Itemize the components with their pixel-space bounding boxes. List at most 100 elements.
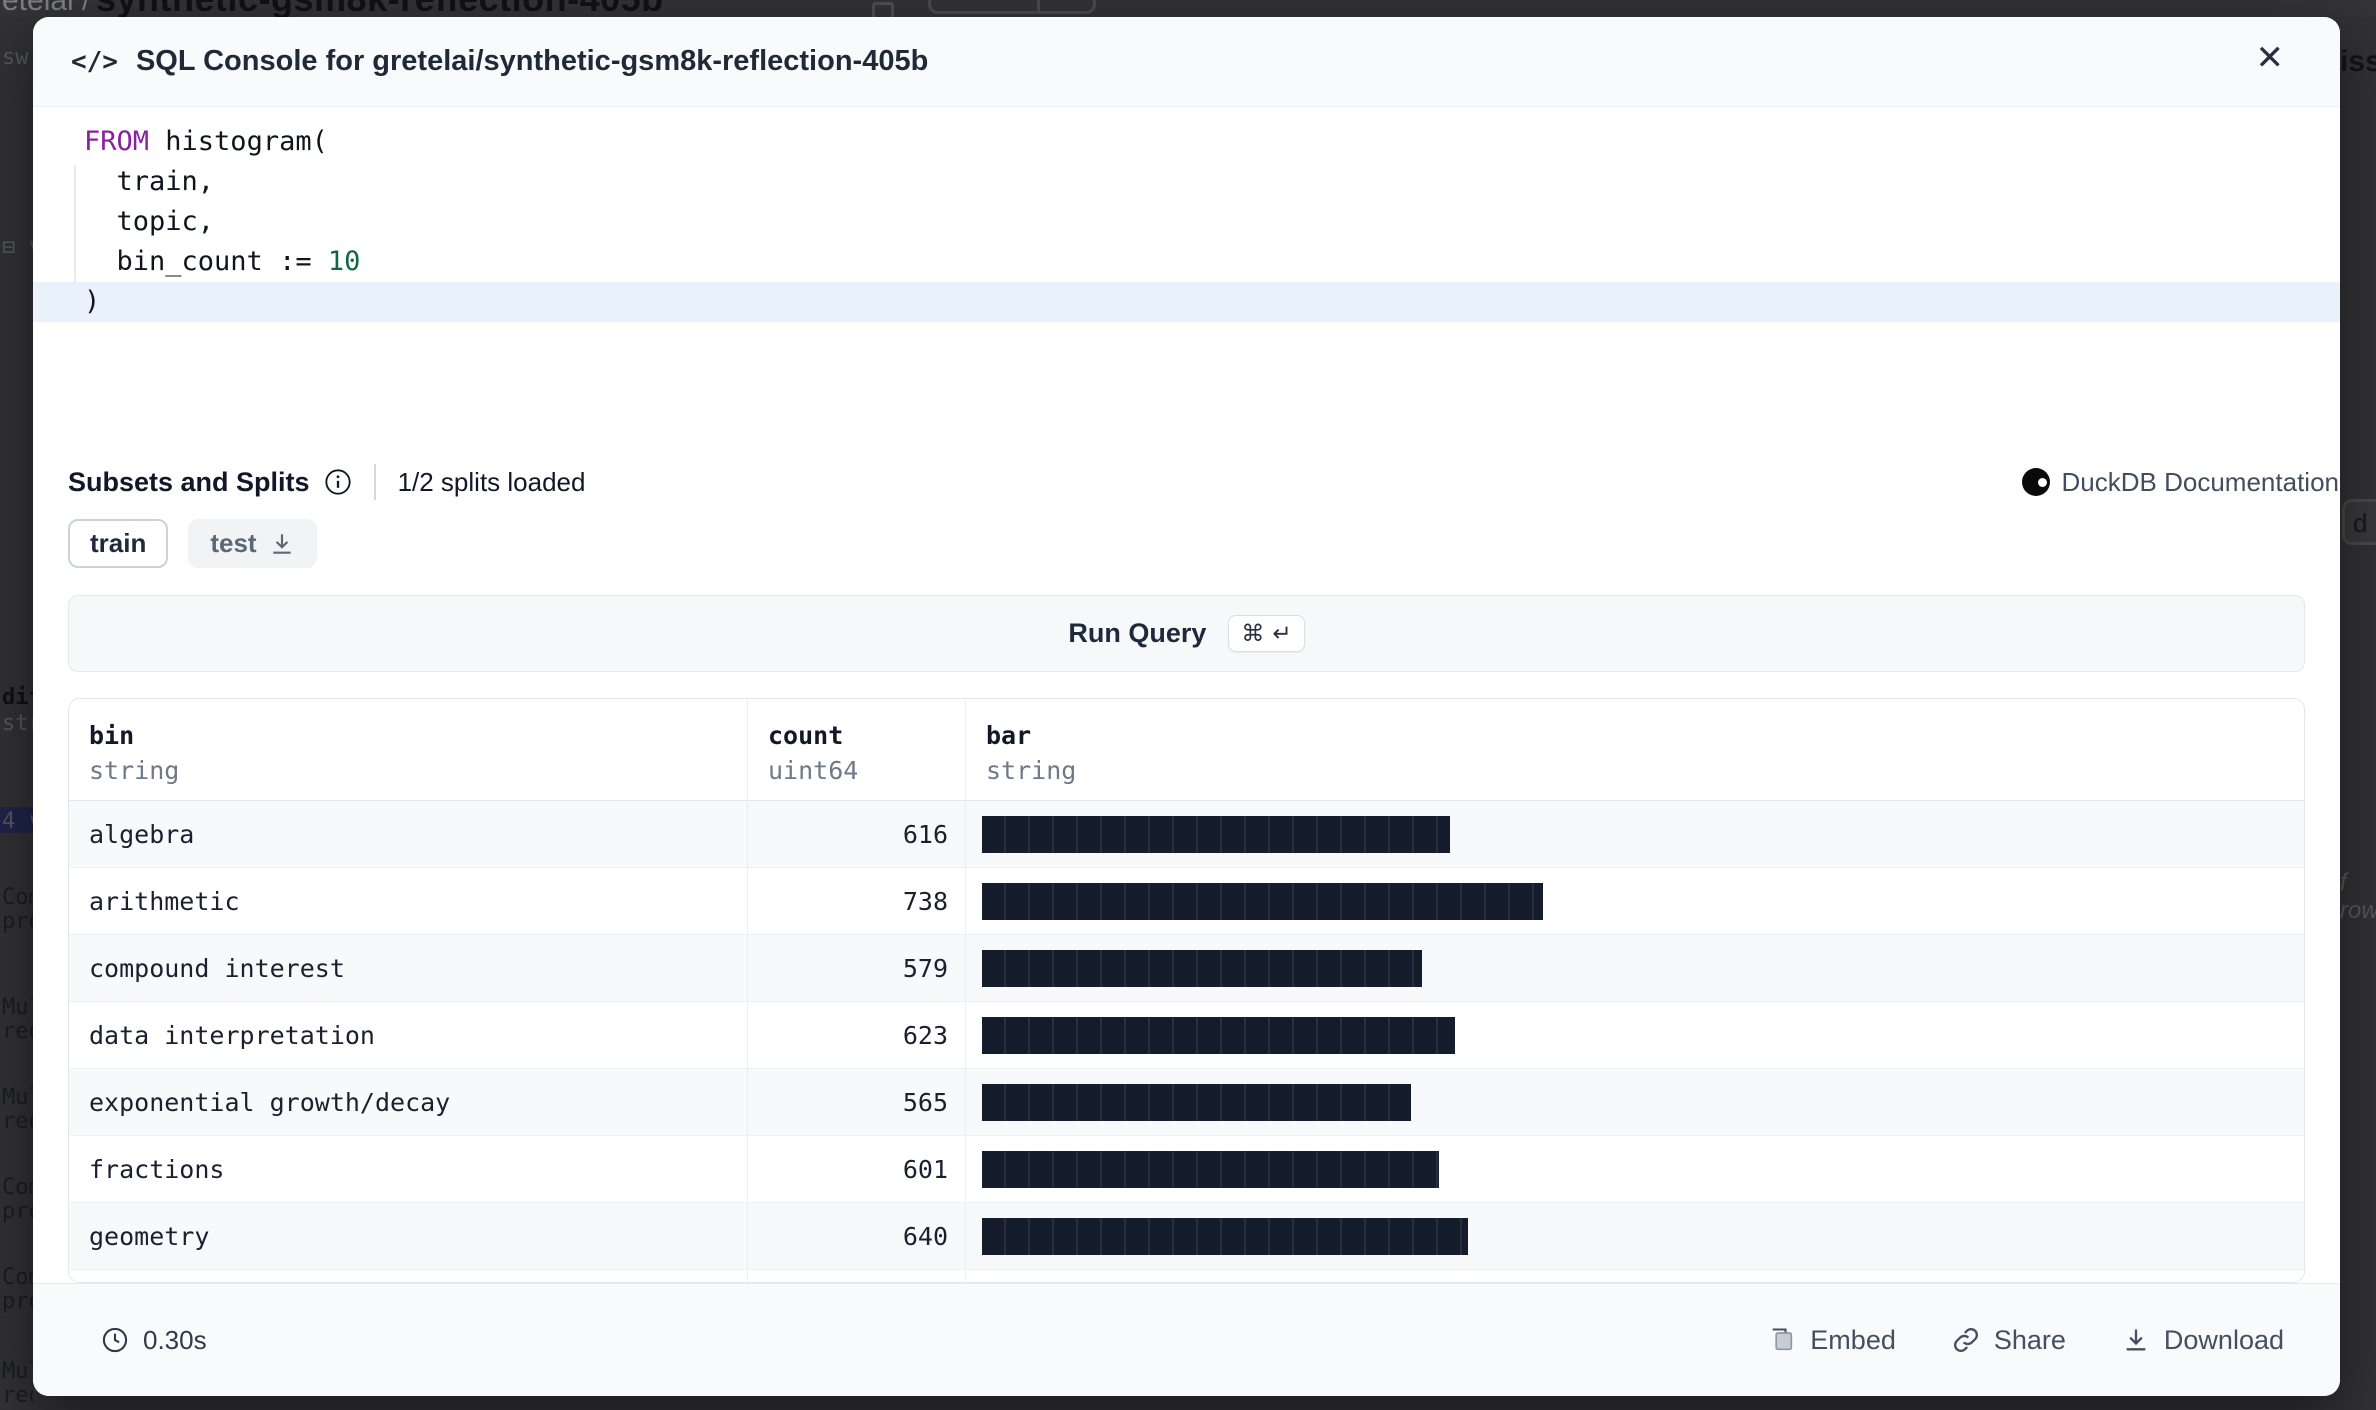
table-row: arithmetic738 — [69, 868, 2304, 935]
split-button-test[interactable]: test — [188, 519, 316, 568]
backdrop-text-fragment: Com — [2, 1175, 33, 1200]
subsets-splits-title: Subsets and Splits — [68, 467, 310, 498]
histogram-bar — [982, 1017, 1455, 1054]
download-button[interactable]: Download — [2122, 1325, 2284, 1356]
backdrop-text-fragment: Com — [2, 1265, 33, 1290]
backdrop-text-fragment: Mul — [2, 995, 33, 1020]
download-label: Download — [2164, 1325, 2284, 1356]
cell-bin: exponential growth/decay — [69, 1069, 748, 1135]
backdrop-text-fragment: req — [2, 1109, 33, 1134]
code-line: train, — [33, 162, 2340, 202]
cell-bar — [966, 1002, 2304, 1068]
info-icon[interactable] — [324, 468, 352, 496]
backdrop-right-fragments: issa d f row — [2340, 17, 2376, 1410]
splits-loaded-text: 1/2 splits loaded — [398, 467, 586, 498]
subsets-splits-row: Subsets and Splits 1/2 splits loaded Duc… — [68, 462, 2339, 502]
results-table: bin string count uint64 bar string algeb… — [68, 698, 2305, 1283]
editor-gutter-line — [74, 165, 76, 283]
code-line: topic, — [33, 202, 2340, 242]
cell-bin: fractions — [69, 1136, 748, 1202]
table-row: geometry640 — [69, 1203, 2304, 1270]
duration-text: 0.30s — [143, 1325, 207, 1356]
backdrop-text-fragment: pro — [2, 909, 33, 934]
backdrop-text-fragment: Mul — [2, 1359, 33, 1384]
histogram-bar — [982, 1218, 1468, 1255]
backdrop-text-fragment: Com — [2, 885, 33, 910]
share-link-icon — [1952, 1326, 1980, 1354]
screen: etelai / synthetic-gsm8k-reflection-405b… — [0, 0, 2376, 1410]
footer-actions: Embed Share Download — [1768, 1325, 2284, 1356]
share-button[interactable]: Share — [1952, 1325, 2066, 1356]
duckdb-logo-icon — [2022, 468, 2050, 496]
backdrop-text-fragment: dif — [2, 685, 33, 710]
sql-editor[interactable]: FROM histogram( train, topic, bin_count … — [33, 122, 2340, 322]
modal-footer: 0.30s Embed Share Download — [33, 1283, 2340, 1396]
table-row: algebra616 — [69, 801, 2304, 868]
table-header: bin string count uint64 bar string — [69, 699, 2304, 801]
table-row: data interpretation623 — [69, 1002, 2304, 1069]
code-icon: </> — [71, 47, 118, 77]
backdrop-dataset-title-fragment: synthetic-gsm8k-reflection-405b — [96, 0, 664, 17]
cell-bar — [966, 868, 2304, 934]
cell-count: 738 — [748, 868, 966, 934]
run-query-button[interactable]: Run Query ⌘ ↵ — [68, 595, 2305, 672]
cell-bar — [966, 1136, 2304, 1202]
cmd-key-icon: ⌘ — [1241, 620, 1264, 647]
cell-count: 601 — [748, 1136, 966, 1202]
cell-bar — [966, 1203, 2304, 1269]
cell-bar — [966, 801, 2304, 867]
sql-console-modal: </> SQL Console for gretelai/synthetic-g… — [33, 17, 2340, 1396]
cell-bar — [966, 1069, 2304, 1135]
divider — [374, 464, 376, 500]
backdrop-text-fragment: pro — [2, 1199, 33, 1224]
enter-key-icon: ↵ — [1272, 620, 1291, 647]
code-line: FROM histogram( — [33, 122, 2340, 162]
duckdb-doc-link[interactable]: DuckDB Documentation — [2022, 467, 2339, 498]
table-row: exponential growth/decay565 — [69, 1069, 2304, 1136]
cell-bar — [966, 1270, 2304, 1283]
table-row — [69, 1270, 2304, 1283]
histogram-bar — [982, 1151, 1439, 1188]
cell-bar — [966, 935, 2304, 1001]
code-line-active: ) — [33, 282, 2340, 322]
share-label: Share — [1994, 1325, 2066, 1356]
backdrop-text-fragment: sw — [2, 45, 29, 70]
histogram-bar — [982, 950, 1422, 987]
backdrop-text-fragment: Mul — [2, 1085, 33, 1110]
backdrop-rows-fragment: f row — [2340, 869, 2376, 925]
histogram-bar — [982, 1084, 1411, 1121]
copy-icon — [872, 2, 894, 17]
backdrop-top-strip: etelai / synthetic-gsm8k-reflection-405b — [0, 0, 2376, 17]
backdrop-text-fragment: pro — [2, 1289, 33, 1314]
splits-buttons: train test — [68, 519, 317, 568]
cell-bin: algebra — [69, 801, 748, 867]
close-icon[interactable]: ✕ — [2256, 41, 2285, 75]
backdrop-button-fragment: d — [2342, 499, 2376, 545]
modal-title: SQL Console for gretelai/synthetic-gsm8k… — [136, 45, 928, 78]
cell-count — [748, 1270, 966, 1283]
table-row: fractions601 — [69, 1136, 2304, 1203]
cell-bin: geometry — [69, 1203, 748, 1269]
backdrop-breadcrumb-fragment: etelai / — [2, 0, 90, 17]
backdrop-text-fragment: 4 ∨ — [2, 809, 33, 834]
run-query-label: Run Query — [1068, 618, 1206, 649]
histogram-bar — [982, 816, 1450, 853]
embed-button[interactable]: Embed — [1768, 1325, 1896, 1356]
table-row: compound interest579 — [69, 935, 2304, 1002]
clock-icon — [101, 1326, 129, 1354]
split-test-label: test — [210, 528, 256, 559]
cell-count: 640 — [748, 1203, 966, 1269]
pill-divider — [1037, 0, 1040, 11]
cell-bin: arithmetic — [69, 868, 748, 934]
column-header-count[interactable]: count uint64 — [748, 699, 966, 800]
cell-bin — [69, 1270, 748, 1283]
backdrop-like-pill — [928, 0, 1096, 14]
column-header-bin[interactable]: bin string — [69, 699, 748, 800]
cell-bin: compound interest — [69, 935, 748, 1001]
backdrop-text-fragment: str — [2, 711, 33, 736]
column-header-bar[interactable]: bar string — [966, 699, 2304, 800]
download-icon — [2122, 1326, 2150, 1354]
backdrop-text-fragment: req — [2, 1019, 33, 1044]
cell-bin: data interpretation — [69, 1002, 748, 1068]
split-button-train[interactable]: train — [68, 519, 168, 568]
